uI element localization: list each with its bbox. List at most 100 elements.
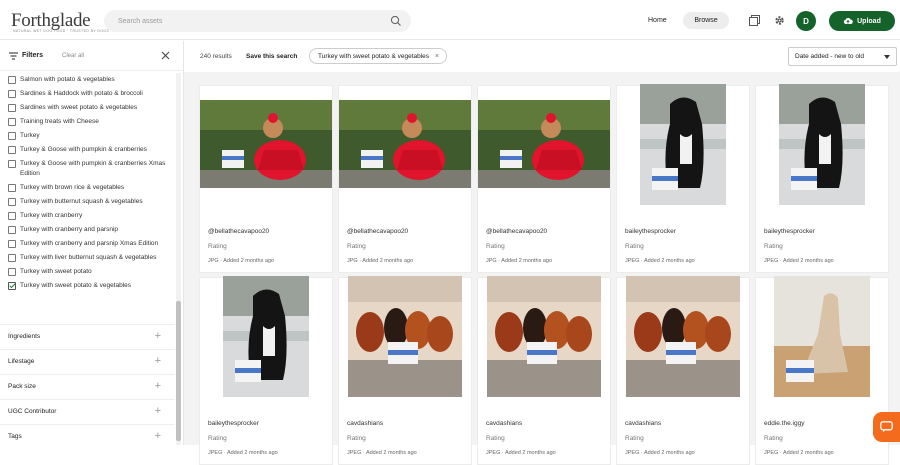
checkbox-icon[interactable] bbox=[8, 254, 16, 262]
checkbox-icon[interactable] bbox=[8, 268, 16, 276]
dog-photo bbox=[774, 275, 870, 402]
checkbox-icon[interactable] bbox=[8, 198, 16, 206]
filter-option[interactable]: Turkey & Goose with pumpkin & cranberrie… bbox=[0, 157, 175, 181]
filter-section-ugc-contributor[interactable]: UGC Contributor + bbox=[0, 399, 175, 423]
upload-button[interactable]: Upload bbox=[829, 11, 895, 31]
asset-contributor[interactable]: @bellathecavapoo20 bbox=[486, 228, 547, 235]
nav-browse[interactable]: Browse bbox=[683, 12, 729, 29]
filter-option[interactable]: Turkey with butternut squash & vegetable… bbox=[0, 195, 175, 209]
asset-rating[interactable]: Rating bbox=[347, 435, 366, 442]
asset-thumbnail[interactable] bbox=[617, 83, 749, 207]
search-icon[interactable] bbox=[390, 15, 402, 27]
checkbox-icon[interactable] bbox=[8, 146, 16, 154]
chat-widget-button[interactable] bbox=[873, 412, 900, 442]
asset-contributor[interactable]: eddie.the.iggy bbox=[764, 420, 804, 427]
filter-option[interactable]: Training treats with Cheese bbox=[0, 115, 175, 129]
filter-option[interactable]: Turkey with cranberry and parsnip bbox=[0, 223, 175, 237]
filter-option[interactable]: Turkey bbox=[0, 129, 175, 143]
filter-section-ingredients[interactable]: Ingredients + bbox=[0, 324, 175, 348]
filter-option[interactable]: Turkey with liver butternut squash & veg… bbox=[0, 251, 175, 265]
checkbox-icon[interactable] bbox=[8, 132, 16, 140]
search-placeholder: Search assets bbox=[118, 17, 163, 25]
asset-contributor[interactable]: baileythesprocker bbox=[208, 420, 259, 427]
asset-thumbnail[interactable] bbox=[339, 275, 471, 399]
asset-contributor[interactable]: cavdashians bbox=[347, 420, 383, 427]
checkbox-icon[interactable] bbox=[8, 212, 16, 220]
asset-rating[interactable]: Rating bbox=[625, 435, 644, 442]
filter-section-label: Tags bbox=[8, 433, 22, 440]
asset-contributor[interactable]: @bellathecavapoo20 bbox=[347, 228, 408, 235]
filter-option[interactable]: Turkey with cranberry bbox=[0, 209, 175, 223]
filter-section-pack-size[interactable]: Pack size + bbox=[0, 374, 175, 398]
filter-option[interactable]: Turkey with cranberry and parsnip Xmas E… bbox=[0, 237, 175, 251]
asset-card[interactable]: @bellathecavapoo20 Rating JPG · Added 2 … bbox=[477, 85, 611, 273]
user-avatar[interactable]: D bbox=[796, 11, 816, 31]
sort-select[interactable]: Date added - new to old bbox=[788, 47, 897, 66]
asset-card[interactable]: baileythesprocker Rating JPEG · Added 2 … bbox=[616, 83, 750, 273]
filter-option-label: Salmon with potato & vegetables bbox=[20, 76, 115, 83]
filter-option-label: Sardines & Haddock with potato & broccol… bbox=[20, 90, 143, 97]
filter-option[interactable]: Sardines with sweet potato & vegetables bbox=[0, 101, 175, 115]
filter-option-label: Turkey with butternut squash & vegetable… bbox=[20, 198, 143, 205]
asset-thumbnail[interactable] bbox=[756, 275, 888, 402]
asset-thumbnail[interactable] bbox=[478, 86, 610, 207]
asset-contributor[interactable]: baileythesprocker bbox=[764, 228, 815, 235]
asset-rating[interactable]: Rating bbox=[208, 243, 227, 250]
filter-option[interactable]: Turkey with sweet potato & vegetables bbox=[0, 279, 175, 293]
search-input[interactable]: Search assets bbox=[104, 10, 411, 32]
filter-section-lifestage[interactable]: Lifestage + bbox=[0, 349, 175, 373]
asset-contributor[interactable]: cavdashians bbox=[625, 420, 661, 427]
checkbox-checked-icon[interactable] bbox=[8, 282, 16, 290]
asset-card[interactable]: @bellathecavapoo20 Rating JPG · Added 2 … bbox=[199, 85, 333, 273]
checkbox-icon[interactable] bbox=[8, 118, 16, 126]
filter-option-label: Turkey & Goose with pumpkin & cranberrie… bbox=[20, 160, 166, 177]
asset-rating[interactable]: Rating bbox=[764, 243, 783, 250]
scrollbar-thumb[interactable] bbox=[176, 301, 181, 441]
asset-thumbnail[interactable] bbox=[200, 86, 332, 207]
asset-thumbnail[interactable] bbox=[478, 275, 610, 399]
asset-rating[interactable]: Rating bbox=[486, 243, 505, 250]
asset-thumbnail[interactable] bbox=[339, 86, 471, 207]
asset-thumbnail[interactable] bbox=[200, 275, 332, 399]
asset-contributor[interactable]: @bellathecavapoo20 bbox=[208, 228, 269, 235]
checkbox-icon[interactable] bbox=[8, 184, 16, 192]
close-icon[interactable] bbox=[161, 51, 170, 60]
asset-card[interactable]: eddie.the.iggy Rating JPEG · Added 2 mon… bbox=[755, 275, 889, 465]
filter-option[interactable]: Sardines & Haddock with potato & broccol… bbox=[0, 87, 175, 101]
filter-option[interactable]: Turkey with sweet potato bbox=[0, 265, 175, 279]
asset-card[interactable]: baileythesprocker Rating JPEG · Added 2 … bbox=[755, 83, 889, 273]
sidebar-scrollbar[interactable] bbox=[176, 73, 181, 445]
checkbox-icon[interactable] bbox=[8, 104, 16, 112]
asset-card[interactable]: baileythesprocker Rating JPEG · Added 2 … bbox=[199, 275, 333, 465]
filter-option[interactable]: Turkey with brown rice & vegetables bbox=[0, 181, 175, 195]
asset-rating[interactable]: Rating bbox=[486, 435, 505, 442]
checkbox-icon[interactable] bbox=[8, 226, 16, 234]
asset-rating[interactable]: Rating bbox=[625, 243, 644, 250]
remove-filter-icon[interactable]: × bbox=[435, 53, 439, 60]
checkbox-icon[interactable] bbox=[8, 76, 16, 84]
asset-card[interactable]: cavdashians Rating JPEG · Added 2 months… bbox=[477, 275, 611, 465]
clear-all-link[interactable]: Clear all bbox=[62, 53, 84, 59]
nav-home[interactable]: Home bbox=[638, 12, 677, 28]
asset-card[interactable]: cavdashians Rating JPEG · Added 2 months… bbox=[338, 275, 472, 465]
checkbox-icon[interactable] bbox=[8, 90, 16, 98]
asset-card[interactable]: cavdashians Rating JPEG · Added 2 months… bbox=[616, 275, 750, 465]
asset-card[interactable]: @bellathecavapoo20 Rating JPG · Added 2 … bbox=[338, 85, 472, 273]
asset-contributor[interactable]: cavdashians bbox=[486, 420, 522, 427]
save-search-button[interactable]: Save this search bbox=[246, 53, 297, 60]
filter-section-tags[interactable]: Tags + bbox=[0, 424, 175, 445]
asset-thumbnail[interactable] bbox=[756, 83, 888, 207]
asset-rating[interactable]: Rating bbox=[208, 435, 227, 442]
asset-rating[interactable]: Rating bbox=[347, 243, 366, 250]
filter-option[interactable]: Salmon with potato & vegetables bbox=[0, 73, 175, 87]
checkbox-icon[interactable] bbox=[8, 160, 16, 168]
checkbox-icon[interactable] bbox=[8, 240, 16, 248]
plus-icon: + bbox=[154, 380, 161, 392]
asset-contributor[interactable]: baileythesprocker bbox=[625, 228, 676, 235]
collections-icon[interactable] bbox=[749, 15, 760, 26]
active-filter-chip[interactable]: Turkey with sweet potato & vegetables × bbox=[309, 48, 448, 64]
filter-option[interactable]: Turkey & Goose with pumpkin & cranberrie… bbox=[0, 143, 175, 157]
gear-icon[interactable] bbox=[774, 15, 785, 26]
asset-thumbnail[interactable] bbox=[617, 275, 749, 399]
asset-rating[interactable]: Rating bbox=[764, 435, 783, 442]
